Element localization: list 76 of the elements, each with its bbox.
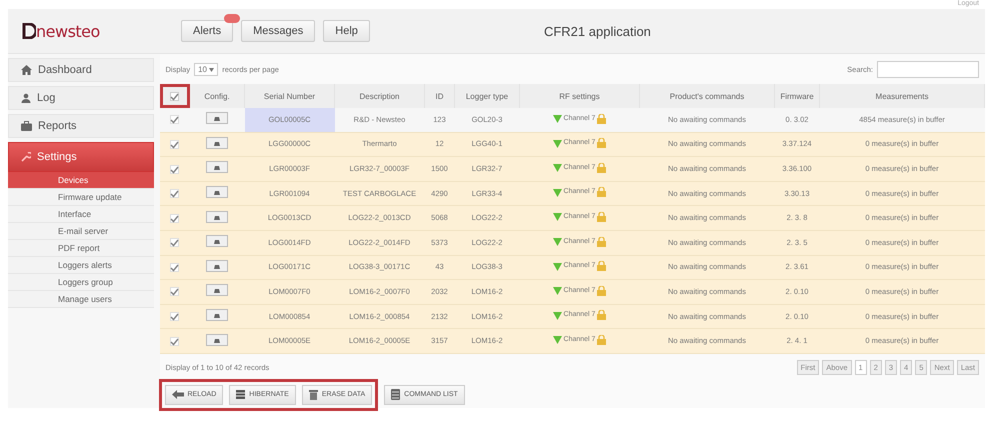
signal-icon bbox=[552, 188, 562, 197]
row-checkbox[interactable] bbox=[170, 336, 179, 346]
row-checkbox[interactable] bbox=[170, 189, 179, 198]
column-header[interactable]: Firmware bbox=[774, 84, 820, 108]
column-header[interactable]: Logger type bbox=[454, 84, 520, 108]
signal-icon bbox=[552, 237, 562, 246]
sidebar-subitem[interactable]: Manage users bbox=[8, 291, 154, 308]
column-header[interactable]: Measurements bbox=[820, 84, 984, 108]
header-button[interactable]: Messages bbox=[241, 20, 316, 42]
page-size-select[interactable]: 10 bbox=[194, 62, 218, 76]
caret-icon bbox=[209, 68, 214, 72]
person-icon bbox=[21, 93, 31, 103]
lock-icon bbox=[597, 138, 606, 148]
row-checkbox[interactable] bbox=[170, 262, 179, 272]
logger-config-icon[interactable] bbox=[206, 284, 228, 296]
sidebar-subitem[interactable]: Loggers group bbox=[8, 274, 154, 291]
signal-icon bbox=[552, 286, 562, 296]
sidebar-subitem[interactable]: Devices bbox=[8, 172, 154, 189]
signal-icon bbox=[552, 262, 562, 271]
select-all-checkbox[interactable] bbox=[170, 92, 179, 101]
sidebar-subitem[interactable]: Loggers alerts bbox=[8, 257, 154, 274]
signal-icon bbox=[552, 114, 562, 124]
sidebar-subitem[interactable]: Interface bbox=[8, 206, 154, 223]
sidebar-subitem[interactable]: Firmware update bbox=[8, 189, 154, 206]
logger-config-icon[interactable] bbox=[206, 161, 228, 174]
row-checkbox[interactable] bbox=[170, 312, 179, 322]
row-checkbox[interactable] bbox=[170, 115, 179, 124]
sidebar-item[interactable]: Dashboard bbox=[8, 58, 154, 82]
lock-icon bbox=[597, 162, 606, 173]
logger-config-icon[interactable] bbox=[206, 186, 228, 198]
row-checkbox[interactable] bbox=[170, 140, 179, 149]
signal-icon bbox=[552, 310, 562, 320]
lock-icon bbox=[597, 114, 606, 124]
logger-config-icon[interactable] bbox=[206, 112, 228, 124]
column-header[interactable]: ID bbox=[424, 84, 454, 108]
logger-config-icon[interactable] bbox=[206, 260, 228, 272]
briefcase-icon bbox=[21, 121, 32, 131]
search-field[interactable] bbox=[877, 60, 979, 78]
logo-text: newsteo bbox=[36, 22, 100, 40]
stack-icon bbox=[391, 389, 400, 400]
column-header[interactable]: Description bbox=[334, 84, 424, 108]
sidebar-item[interactable]: Reports bbox=[8, 114, 154, 138]
trash-icon bbox=[308, 389, 318, 400]
column-header[interactable]: Serial Number bbox=[244, 84, 334, 108]
logger-config-icon[interactable] bbox=[206, 334, 228, 346]
page-title: CFR21 application bbox=[542, 24, 652, 38]
left-arrow-icon bbox=[172, 390, 184, 400]
logger-config-icon[interactable] bbox=[206, 309, 228, 322]
lock-icon bbox=[597, 334, 606, 345]
lock-icon bbox=[597, 261, 606, 272]
column-header[interactable]: RF settings bbox=[520, 84, 640, 108]
lock-icon bbox=[597, 310, 606, 320]
signal-icon bbox=[552, 163, 562, 172]
logger-config-icon[interactable] bbox=[206, 235, 228, 248]
sidebar-subitem[interactable]: PDF report bbox=[8, 240, 154, 257]
header-button[interactable]: Help bbox=[323, 20, 370, 42]
logo-icon bbox=[22, 23, 36, 39]
sidebar-subitem[interactable]: E-mail server bbox=[8, 223, 154, 240]
column-header[interactable]: Product's commands bbox=[640, 84, 774, 108]
logger-config-icon[interactable] bbox=[206, 210, 228, 223]
row-checkbox[interactable] bbox=[170, 164, 179, 174]
sidebar-item[interactable]: Log bbox=[8, 86, 154, 110]
signal-icon bbox=[552, 335, 562, 344]
lock-icon bbox=[597, 236, 606, 247]
home-icon bbox=[21, 65, 32, 75]
lock-icon bbox=[597, 187, 606, 198]
column-header[interactable]: Config. bbox=[190, 84, 244, 108]
signal-icon bbox=[552, 212, 562, 222]
row-checkbox[interactable] bbox=[170, 214, 179, 223]
header-button[interactable]: Alerts bbox=[181, 20, 234, 42]
lock-icon bbox=[597, 212, 606, 222]
row-checkbox[interactable] bbox=[170, 238, 179, 248]
sidebar-item[interactable]: Settings bbox=[8, 142, 154, 172]
lock-icon bbox=[597, 286, 606, 296]
signal-icon bbox=[552, 138, 562, 148]
logger-config-icon[interactable] bbox=[206, 136, 228, 149]
